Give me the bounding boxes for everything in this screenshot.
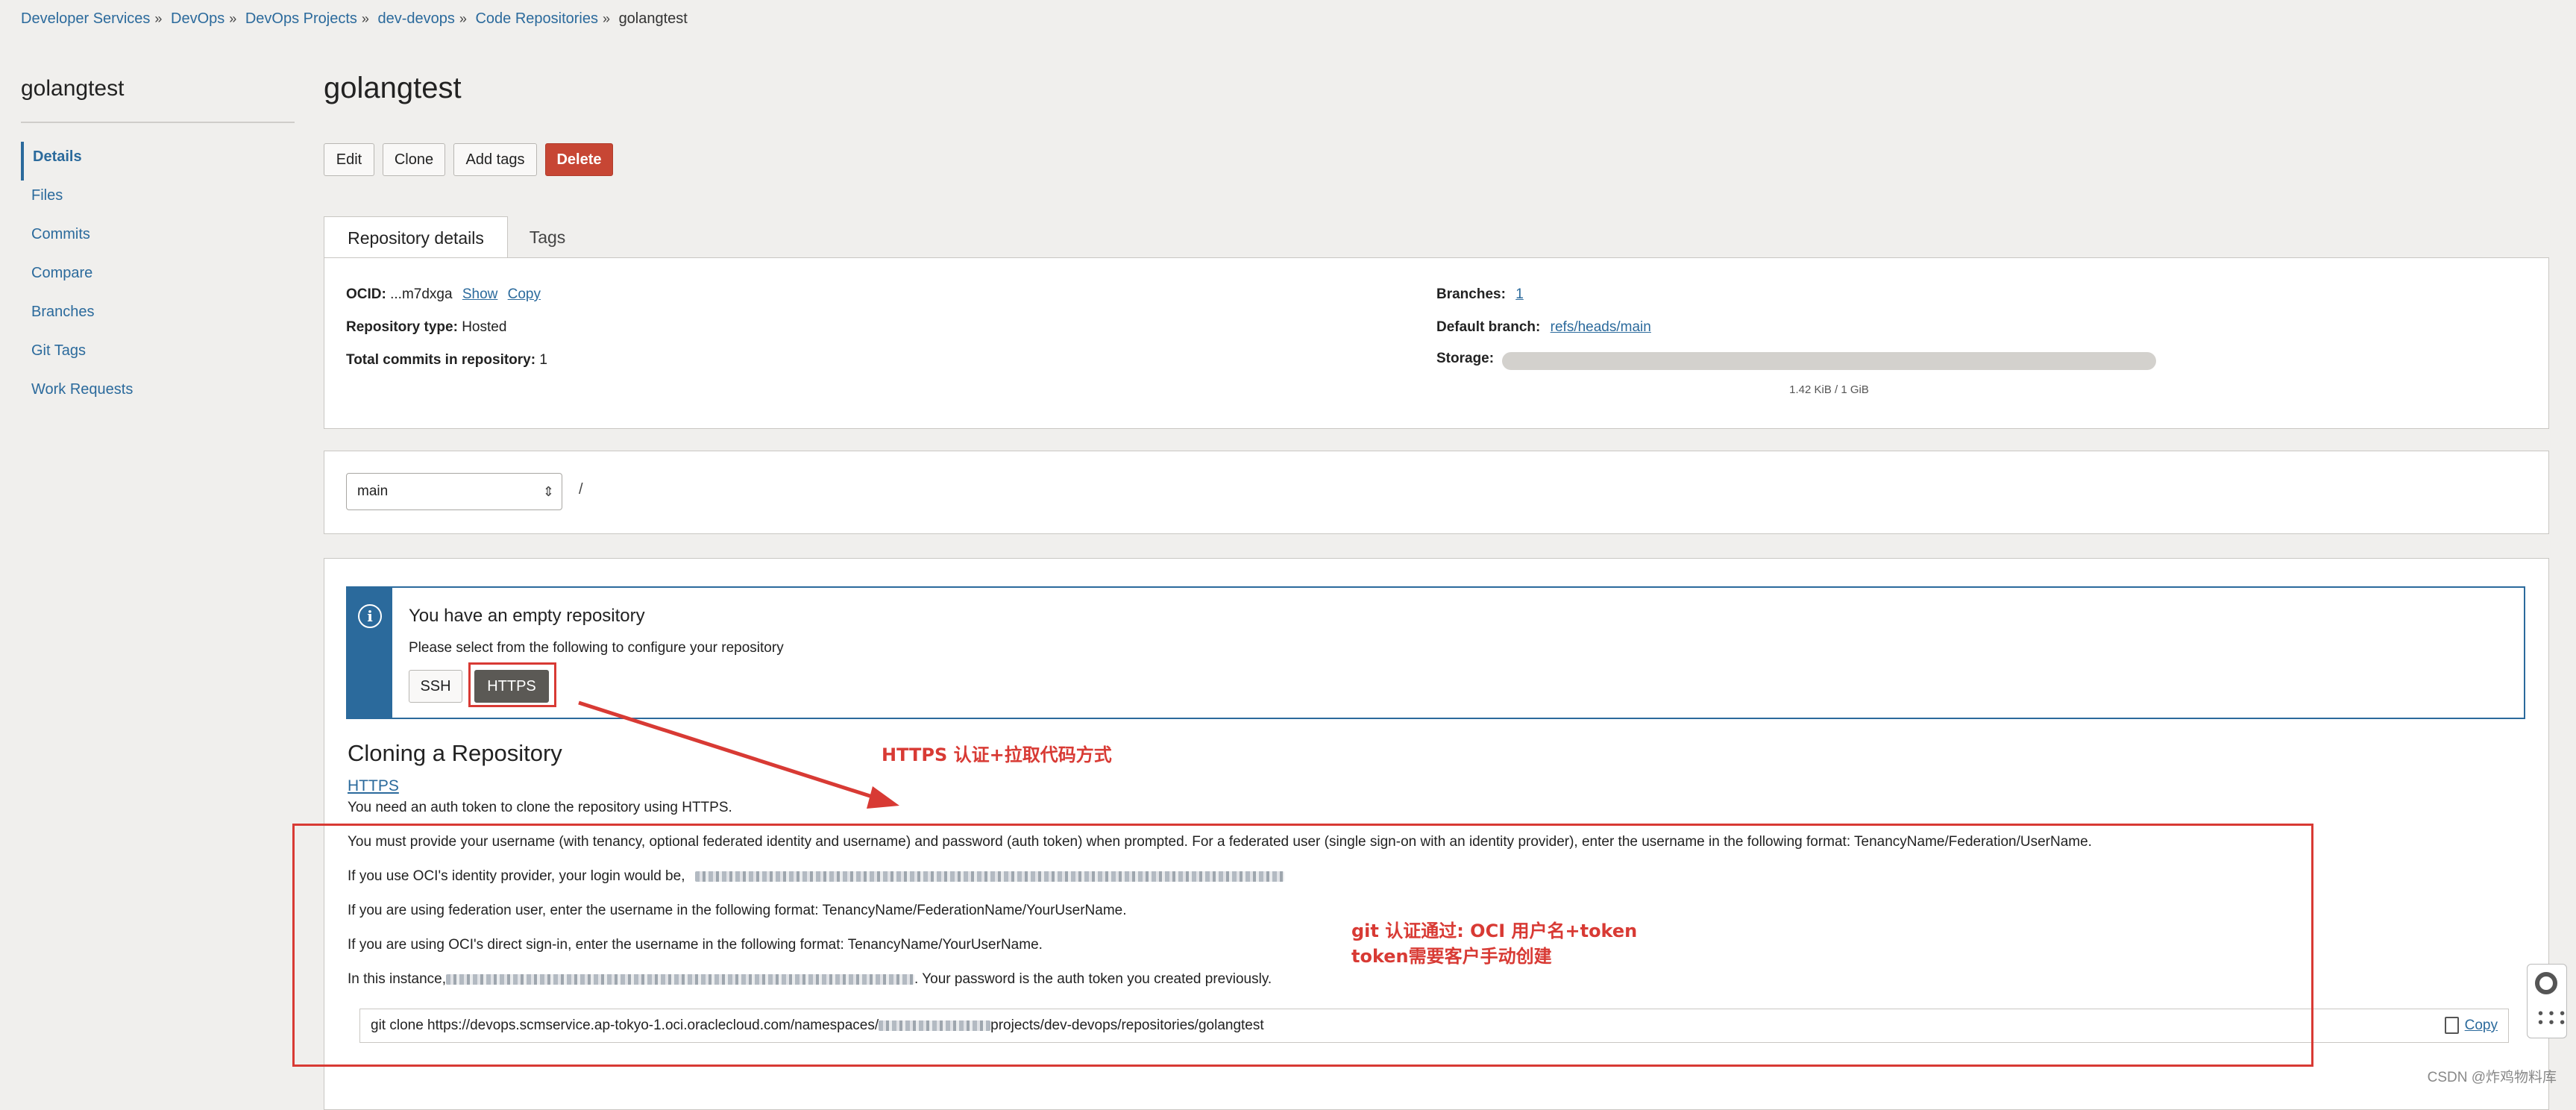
- annotation-https-method: HTTPS 认证+拉取代码方式: [882, 744, 1112, 765]
- annotation-arrow: [578, 700, 899, 809]
- help-widget[interactable]: • • • • • •: [2527, 964, 2567, 1038]
- apps-grid-icon: • • • • • •: [2538, 1006, 2566, 1031]
- annotation-token-create: token需要客户手动创建: [1351, 946, 1552, 967]
- lifebuoy-icon: [2535, 972, 2557, 994]
- annotation-arrow-line: [578, 700, 882, 802]
- annotation-git-auth: git 认证通过: OCI 用户名+token: [1351, 921, 1638, 941]
- watermark: CSDN @炸鸡物料库: [2427, 1070, 2557, 1085]
- annotation-arrow-head: [867, 786, 899, 809]
